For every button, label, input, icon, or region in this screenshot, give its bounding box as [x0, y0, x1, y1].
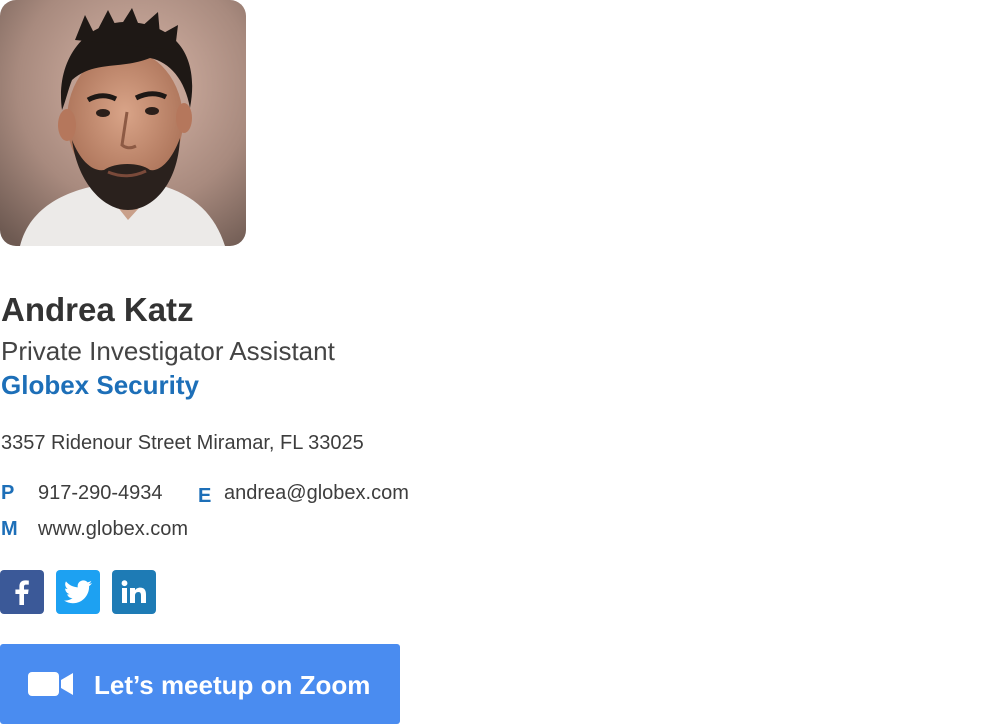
- email-label: E: [198, 485, 212, 507]
- job-title: Private Investigator Assistant: [1, 336, 335, 366]
- person-name: Andrea Katz: [1, 291, 194, 328]
- facebook-button[interactable]: [0, 570, 44, 614]
- video-camera-icon: [28, 672, 73, 696]
- zoom-meetup-label: Let’s meetup on Zoom: [94, 670, 371, 700]
- email-link[interactable]: andrea@globex.com: [224, 480, 409, 506]
- linkedin-button[interactable]: [112, 570, 156, 614]
- phone-link[interactable]: 917-290-4934: [38, 480, 163, 506]
- facebook-icon: [15, 580, 29, 605]
- linkedin-icon: [121, 580, 146, 603]
- company-name: Globex Security: [1, 370, 199, 400]
- twitter-icon: [64, 580, 92, 604]
- website-label: M: [1, 518, 18, 540]
- zoom-meetup-button[interactable]: Let’s meetup on Zoom: [0, 644, 400, 724]
- twitter-button[interactable]: [56, 570, 100, 614]
- profile-photo: [0, 0, 246, 246]
- website-link[interactable]: www.globex.com: [38, 516, 188, 542]
- address: 3357 Ridenour Street Miramar, FL 33025: [1, 432, 364, 454]
- phone-label: P: [1, 482, 15, 504]
